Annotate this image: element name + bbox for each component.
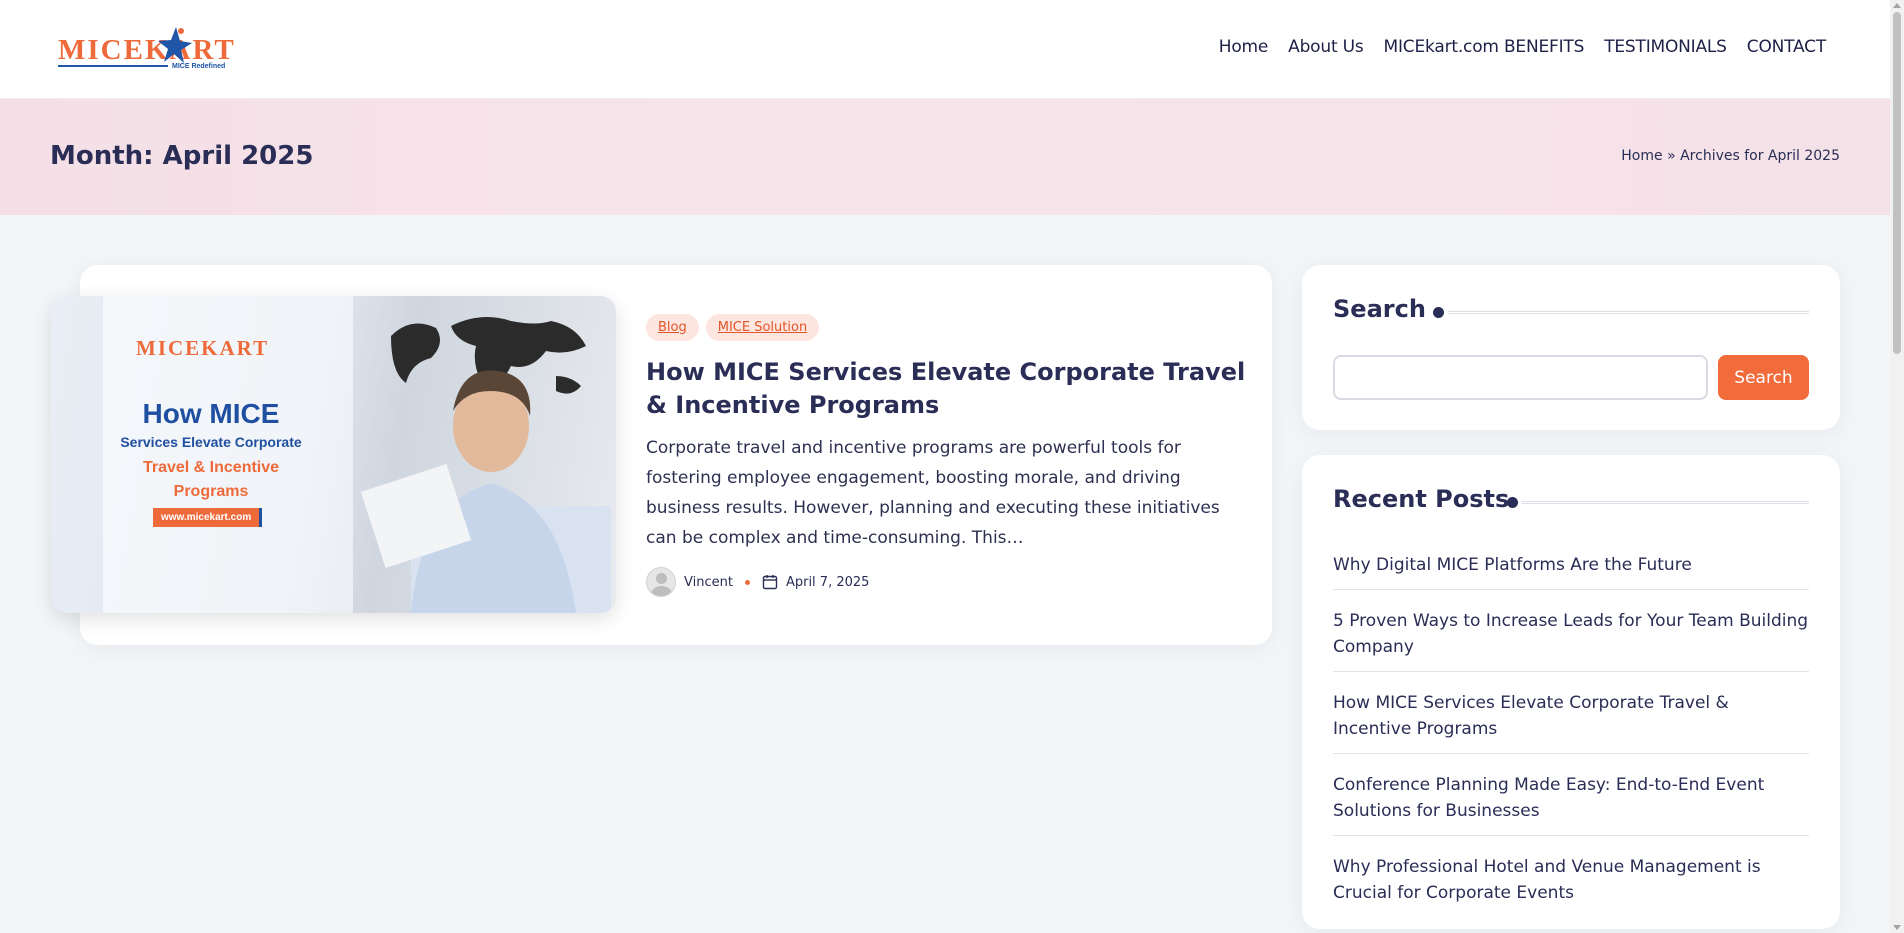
nav-contact[interactable]: CONTACT bbox=[1747, 37, 1826, 57]
search-button[interactable]: Search bbox=[1718, 355, 1809, 400]
breadcrumb-home-link[interactable]: Home bbox=[1621, 148, 1662, 164]
scroll-up-arrow-icon[interactable] bbox=[1893, 3, 1901, 8]
nav-home[interactable]: Home bbox=[1219, 37, 1269, 57]
recent-posts-widget: Recent Posts Why Digital MICE Platforms … bbox=[1302, 455, 1840, 929]
breadcrumb-current: Archives for April 2025 bbox=[1680, 148, 1840, 164]
recent-post-link[interactable]: Why Digital MICE Platforms Are the Futur… bbox=[1333, 545, 1809, 590]
post-tags: Blog MICE Solution bbox=[646, 314, 820, 341]
tag-mice-solution[interactable]: MICE Solution bbox=[705, 314, 820, 341]
recent-posts-title: Recent Posts bbox=[1333, 485, 1510, 513]
image-url-badge: www.micekart.com bbox=[153, 508, 263, 527]
recent-post-link[interactable]: Conference Planning Made Easy: End-to-En… bbox=[1333, 765, 1809, 836]
tag-blog[interactable]: Blog bbox=[646, 314, 699, 341]
breadcrumb-separator: » bbox=[1662, 148, 1681, 164]
image-headline-3: Travel & Incentive Programs bbox=[142, 459, 280, 500]
widget-title-dot bbox=[1433, 307, 1444, 318]
site-header: MICEKART MICE Redefined Home About Us MI… bbox=[0, 0, 1890, 99]
main-nav: Home About Us MICEkart.com BENEFITS TEST… bbox=[1219, 37, 1826, 57]
post-meta: Vincent April 7, 2025 bbox=[646, 567, 869, 597]
nav-benefits[interactable]: MICEkart.com BENEFITS bbox=[1384, 37, 1585, 57]
recent-post-link[interactable]: Why Professional Hotel and Venue Managem… bbox=[1333, 847, 1809, 917]
page-title: Month: April 2025 bbox=[50, 141, 314, 171]
image-headline-2: Services Elevate Corporate bbox=[120, 434, 302, 450]
widget-title-dot bbox=[1507, 497, 1518, 508]
post-date-link[interactable]: April 7, 2025 bbox=[786, 575, 869, 590]
scroll-down-arrow-icon[interactable] bbox=[1893, 925, 1901, 930]
recent-post-link[interactable]: How MICE Services Elevate Corporate Trav… bbox=[1333, 683, 1809, 754]
author-avatar[interactable] bbox=[646, 567, 676, 597]
post-excerpt: Corporate travel and incentive programs … bbox=[646, 438, 1220, 548]
search-widget: Search Search bbox=[1302, 265, 1840, 430]
recent-post-link[interactable]: 5 Proven Ways to Increase Leads for Your… bbox=[1333, 601, 1809, 672]
calendar-icon bbox=[762, 575, 778, 590]
logo-tagline: MICE Redefined bbox=[172, 63, 226, 70]
businessman-photo bbox=[360, 370, 611, 613]
scrollbar-thumb[interactable] bbox=[1893, 12, 1901, 354]
post-featured-image[interactable]: MICEKART How MICE Services Elevate Corpo… bbox=[51, 296, 616, 613]
author-link[interactable]: Vincent bbox=[684, 575, 733, 590]
site-logo[interactable]: MICEKART MICE Redefined bbox=[58, 22, 258, 74]
search-input[interactable] bbox=[1333, 355, 1708, 400]
image-headline-1: How MICE bbox=[142, 398, 280, 429]
image-logo-text: MICEKART bbox=[136, 336, 270, 360]
nav-testimonials[interactable]: TESTIMONIALS bbox=[1604, 37, 1727, 57]
widget-title-rule bbox=[1522, 501, 1809, 504]
recent-posts-list: Why Digital MICE Platforms Are the Futur… bbox=[1333, 545, 1809, 928]
breadcrumb: Home » Archives for April 2025 bbox=[1621, 148, 1840, 164]
page-title-band: Month: April 2025 Home » Archives for Ap… bbox=[0, 99, 1890, 215]
widget-title-rule bbox=[1448, 311, 1809, 314]
logo-underline bbox=[58, 65, 168, 67]
logo-star-icon bbox=[158, 27, 192, 63]
meta-separator-dot bbox=[744, 579, 750, 585]
page-scrollbar[interactable] bbox=[1890, 0, 1904, 933]
nav-about-us[interactable]: About Us bbox=[1288, 37, 1364, 57]
post-title-link[interactable]: How MICE Services Elevate Corporate Trav… bbox=[646, 356, 1246, 422]
search-widget-title: Search bbox=[1333, 295, 1426, 323]
